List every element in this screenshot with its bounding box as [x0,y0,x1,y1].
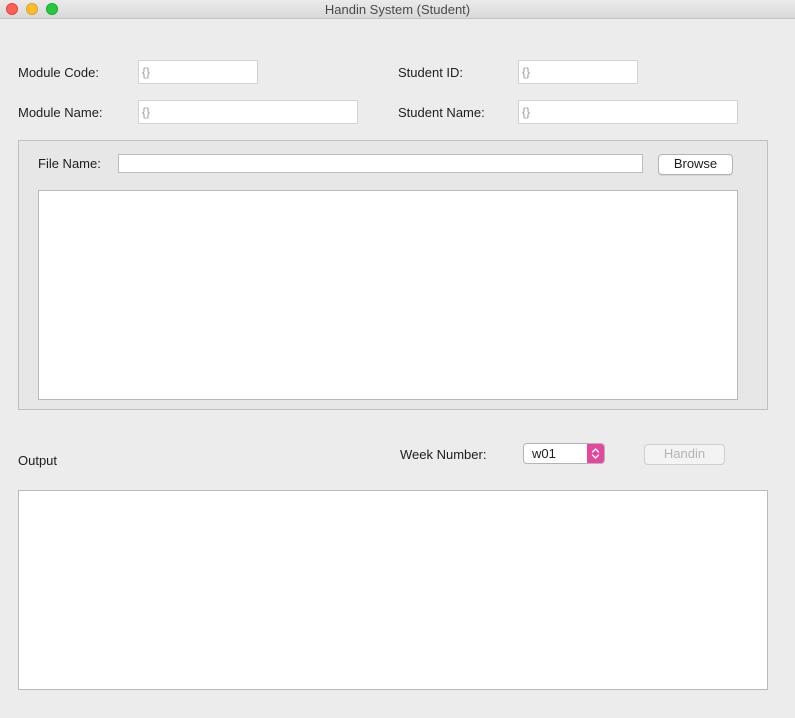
file-content-area[interactable] [38,190,738,400]
student-id-label: Student ID: [398,65,464,80]
module-name-label: Module Name: [18,105,103,120]
module-code-label: Module Code: [18,65,99,80]
week-number-value: w01 [532,446,556,461]
file-name-label: File Name: [38,156,101,171]
student-id-field[interactable]: {} [518,60,638,84]
file-panel: File Name: Browse [18,140,768,410]
week-number-label: Week Number: [400,447,487,462]
output-area[interactable] [18,490,768,690]
handin-button[interactable]: Handin [644,444,725,465]
student-name-field[interactable]: {} [518,100,738,124]
title-bar: Handin System (Student) [0,0,795,19]
student-name-label: Student Name: [398,105,485,120]
module-name-field[interactable]: {} [138,100,358,124]
chevron-up-down-icon [587,444,604,463]
file-name-input[interactable] [118,154,643,173]
browse-button[interactable]: Browse [658,154,733,175]
week-number-select[interactable]: w01 [523,443,605,464]
window-title: Handin System (Student) [324,2,471,17]
module-code-field[interactable]: {} [138,60,258,84]
output-label: Output [18,453,58,468]
